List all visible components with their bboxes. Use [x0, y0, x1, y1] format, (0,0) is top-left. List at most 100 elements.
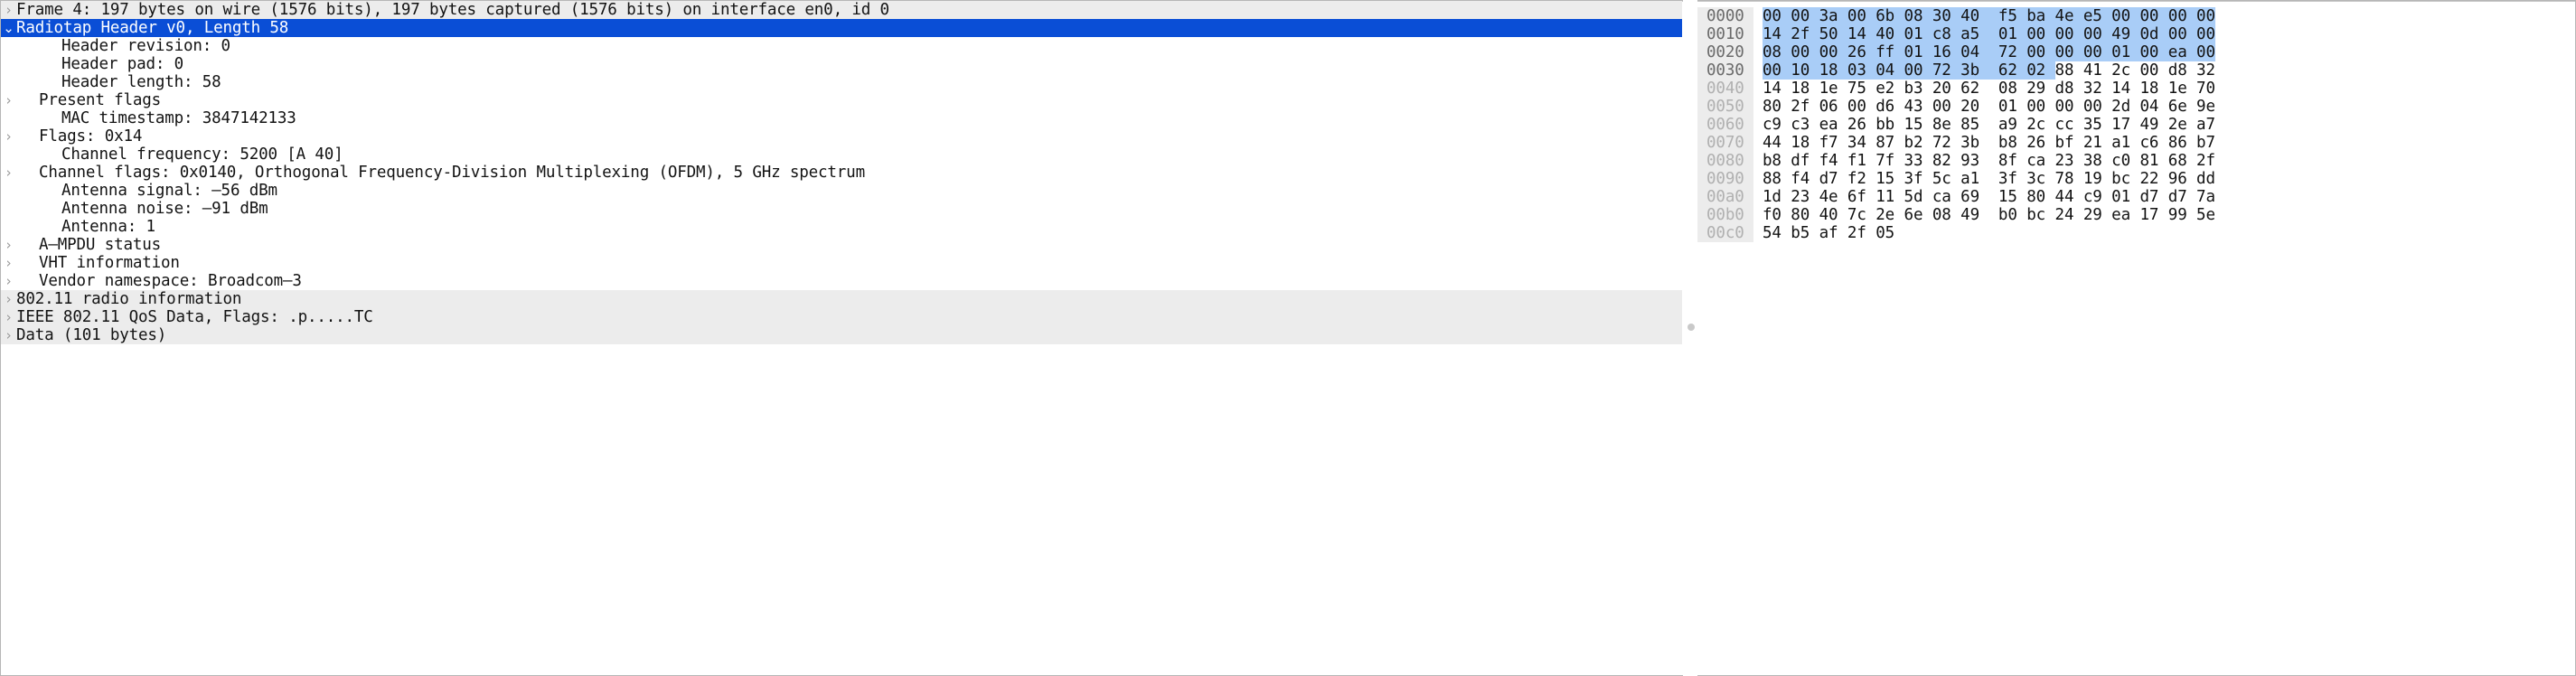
pane-splitter[interactable]	[1683, 0, 1697, 676]
hex-bytes-plain[interactable]: b8 df f4 f1 7f 33 82 93	[1763, 152, 1979, 170]
hex-bytes-column[interactable]: 00 00 3a 00 6b 08 30 40 f5 ba 4e e5 00 0…	[1753, 7, 2575, 242]
hex-offset: 0090	[1706, 170, 1744, 188]
hex-bytes-row[interactable]: 08 00 00 26 ff 01 16 04 72 00 00 00 01 0…	[1763, 43, 2575, 61]
hex-bytes-plain[interactable]: f0 80 40 7c 2e 6e 08 49	[1763, 206, 1979, 224]
wireshark-packet-view: › Frame 4: 197 bytes on wire (1576 bits),…	[0, 0, 2576, 676]
hex-bytes-plain[interactable]: 8f ca 23 38 c0 81 68 2f	[1998, 152, 2215, 170]
packet-detail-pane[interactable]: › Frame 4: 197 bytes on wire (1576 bits),…	[0, 0, 1683, 676]
packet-bytes-pane[interactable]: 0000 0010 0020 0030 0040 0050 0060 0070 0080 0090…	[1697, 0, 2576, 676]
detail-tree-row-label: Antenna noise: –91 dBm	[61, 200, 268, 218]
hex-dump[interactable]: 0000 0010 0020 0030 0040 0050 0060 0070 0080 0090…	[1697, 1, 2575, 242]
chevron-down-icon[interactable]: ⌄	[1, 19, 16, 37]
detail-tree-row[interactable]: › Vendor namespace: Broadcom–3	[1, 272, 1682, 290]
hex-bytes-selected[interactable]: 00 10 18 03 04 00 72 3b	[1763, 61, 1979, 80]
hex-bytes-selected[interactable]: 14 2f 50 14 40 01 c8 a5	[1763, 25, 1979, 43]
detail-tree-row[interactable]: Header pad: 0	[1, 55, 1682, 73]
detail-tree-row[interactable]: › IEEE 802.11 QoS Data, Flags: .p.....TC	[1, 308, 1682, 326]
chevron-right-icon[interactable]: ›	[1, 164, 16, 182]
detail-tree-row-label: Flags: 0x14	[39, 127, 143, 146]
twisty-placeholder-icon	[1, 109, 16, 127]
chevron-right-icon[interactable]: ›	[1, 127, 16, 146]
detail-tree-row-label: Radiotap Header v0, Length 58	[16, 19, 289, 37]
detail-tree-row-label: Header length: 58	[61, 73, 221, 91]
hex-bytes-plain[interactable]: 08 29 d8 32 14 18 1e 70	[1998, 80, 2215, 98]
hex-offset: 0030	[1706, 61, 1744, 80]
hex-bytes-plain[interactable]: a9 2c cc 35 17 49 2e a7	[1998, 116, 2215, 134]
hex-bytes-plain[interactable]: 54 b5 af 2f 05	[1763, 224, 1894, 242]
chevron-right-icon[interactable]: ›	[1, 254, 16, 272]
chevron-right-icon[interactable]: ›	[1, 326, 16, 344]
hex-group-gap	[1979, 170, 1998, 188]
hex-bytes-row[interactable]: 00 10 18 03 04 00 72 3b 62 02 88 41 2c 0…	[1763, 61, 2575, 80]
hex-bytes-plain[interactable]: 80 2f 06 00 d6 43 00 20	[1763, 98, 1979, 116]
hex-bytes-plain[interactable]: 88 f4 d7 f2 15 3f 5c a1	[1763, 170, 1979, 188]
twisty-placeholder-icon	[1, 73, 16, 91]
chevron-right-icon[interactable]: ›	[1, 236, 16, 254]
hex-offset: 0000	[1706, 7, 1744, 25]
hex-group-gap	[1979, 43, 1998, 61]
hex-bytes-row[interactable]: 88 f4 d7 f2 15 3f 5c a1 3f 3c 78 19 bc 2…	[1763, 170, 2575, 188]
hex-bytes-plain[interactable]: 1d 23 4e 6f 11 5d ca 69	[1763, 188, 1979, 206]
hex-offset: 0060	[1706, 116, 1744, 134]
detail-tree-row[interactable]: MAC timestamp: 3847142133	[1, 109, 1682, 127]
hex-offset: 0010	[1706, 25, 1744, 43]
detail-tree-row[interactable]: Channel frequency: 5200 [A 40]	[1, 146, 1682, 164]
detail-tree-row[interactable]: › Frame 4: 197 bytes on wire (1576 bits),…	[1, 1, 1682, 19]
chevron-right-icon[interactable]: ›	[1, 272, 16, 290]
hex-bytes-row[interactable]: 1d 23 4e 6f 11 5d ca 69 15 80 44 c9 01 d…	[1763, 188, 2575, 206]
detail-tree-row-label: 802.11 radio information	[16, 290, 242, 308]
detail-tree-row[interactable]: › Channel flags: 0x0140, Orthogonal Frequ…	[1, 164, 1682, 182]
twisty-placeholder-icon	[1, 146, 16, 164]
detail-tree-row[interactable]: › Flags: 0x14	[1, 127, 1682, 146]
hex-bytes-plain[interactable]: c9 c3 ea 26 bb 15 8e 85	[1763, 116, 1979, 134]
hex-bytes-row[interactable]: 14 2f 50 14 40 01 c8 a5 01 00 00 00 49 0…	[1763, 25, 2575, 43]
chevron-right-icon[interactable]: ›	[1, 1, 16, 19]
detail-tree-row[interactable]: › Present flags	[1, 91, 1682, 109]
hex-offset: 00a0	[1706, 188, 1744, 206]
hex-bytes-row[interactable]: 14 18 1e 75 e2 b3 20 62 08 29 d8 32 14 1…	[1763, 80, 2575, 98]
hex-bytes-plain[interactable]: 88 41 2c 00 d8 32	[2055, 61, 2216, 80]
detail-tree-row-label: Vendor namespace: Broadcom–3	[39, 272, 302, 290]
hex-bytes-selected[interactable]: 08 00 00 26 ff 01 16 04	[1763, 43, 1979, 61]
detail-tree-row-label: Antenna: 1	[61, 218, 155, 236]
detail-tree-row[interactable]: Antenna: 1	[1, 218, 1682, 236]
splitter-handle-dot[interactable]	[1688, 324, 1695, 331]
detail-tree-row[interactable]: › 802.11 radio information	[1, 290, 1682, 308]
hex-offset: 0020	[1706, 43, 1744, 61]
hex-bytes-row[interactable]: 54 b5 af 2f 05	[1763, 224, 2575, 242]
hex-bytes-selected[interactable]: 72 00 00 00 01 00 ea 00	[1998, 43, 2215, 61]
hex-bytes-row[interactable]: 80 2f 06 00 d6 43 00 20 01 00 00 00 2d 0…	[1763, 98, 2575, 116]
detail-tree-row[interactable]: Antenna signal: –56 dBm	[1, 182, 1682, 200]
detail-tree-row[interactable]: Header length: 58	[1, 73, 1682, 91]
hex-bytes-row[interactable]: 00 00 3a 00 6b 08 30 40 f5 ba 4e e5 00 0…	[1763, 7, 2575, 25]
hex-bytes-plain[interactable]: 14 18 1e 75 e2 b3 20 62	[1763, 80, 1979, 98]
detail-tree-row[interactable]: › A–MPDU status	[1, 236, 1682, 254]
packet-detail-tree[interactable]: › Frame 4: 197 bytes on wire (1576 bits),…	[1, 1, 1682, 675]
twisty-placeholder-icon	[1, 55, 16, 73]
hex-bytes-selected[interactable]: 62 02	[1998, 61, 2055, 80]
detail-tree-row[interactable]: Antenna noise: –91 dBm	[1, 200, 1682, 218]
hex-bytes-plain[interactable]: 3f 3c 78 19 bc 22 96 dd	[1998, 170, 2215, 188]
chevron-right-icon[interactable]: ›	[1, 290, 16, 308]
hex-bytes-row[interactable]: c9 c3 ea 26 bb 15 8e 85 a9 2c cc 35 17 4…	[1763, 116, 2575, 134]
detail-tree-row[interactable]: › Data (101 bytes)	[1, 326, 1682, 344]
hex-bytes-row[interactable]: f0 80 40 7c 2e 6e 08 49 b0 bc 24 29 ea 1…	[1763, 206, 2575, 224]
hex-bytes-selected[interactable]: 00 00 3a 00 6b 08 30 40	[1763, 7, 1979, 25]
hex-bytes-plain[interactable]: 01 00 00 00 2d 04 6e 9e	[1998, 98, 2215, 116]
chevron-right-icon[interactable]: ›	[1, 308, 16, 326]
hex-group-gap	[1979, 61, 1998, 80]
detail-tree-row[interactable]: ⌄ Radiotap Header v0, Length 58	[1, 19, 1682, 37]
detail-tree-row[interactable]: Header revision: 0	[1, 37, 1682, 55]
hex-bytes-row[interactable]: 44 18 f7 34 87 b2 72 3b b8 26 bf 21 a1 c…	[1763, 134, 2575, 152]
hex-bytes-selected[interactable]: 01 00 00 00 49 0d 00 00	[1998, 25, 2215, 43]
twisty-placeholder-icon	[1, 218, 16, 236]
hex-bytes-row[interactable]: b8 df f4 f1 7f 33 82 93 8f ca 23 38 c0 8…	[1763, 152, 2575, 170]
chevron-right-icon[interactable]: ›	[1, 91, 16, 109]
detail-tree-row[interactable]: › VHT information	[1, 254, 1682, 272]
hex-bytes-plain[interactable]: b8 26 bf 21 a1 c6 86 b7	[1998, 134, 2215, 152]
hex-bytes-plain[interactable]: 15 80 44 c9 01 d7 d7 7a	[1998, 188, 2215, 206]
hex-bytes-plain[interactable]: b0 bc 24 29 ea 17 99 5e	[1998, 206, 2215, 224]
hex-bytes-plain[interactable]: 44 18 f7 34 87 b2 72 3b	[1763, 134, 1979, 152]
hex-group-gap	[1979, 152, 1998, 170]
hex-bytes-selected[interactable]: f5 ba 4e e5 00 00 00 00	[1998, 7, 2215, 25]
